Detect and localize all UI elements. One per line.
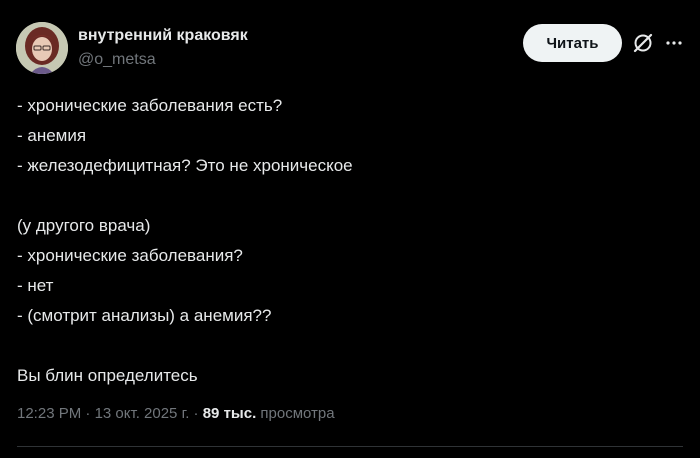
tweet-line: - нет — [17, 276, 54, 295]
tweet-line: - хронические заболевания есть? — [17, 96, 283, 115]
divider — [17, 446, 683, 447]
tweet-time[interactable]: 12:23 PM — [17, 405, 81, 422]
grok-icon[interactable] — [632, 32, 654, 54]
handle[interactable]: @o_metsa — [78, 50, 248, 70]
tweet-line: Вы блин определитесь — [17, 366, 198, 385]
tweet-meta: 12:23 PM · 13 окт. 2025 г. · 89 тыс. про… — [17, 405, 335, 422]
tweet-line: - анемия — [17, 126, 87, 145]
avatar-image — [16, 22, 68, 74]
display-name[interactable]: внутренний краковяк — [78, 26, 248, 46]
tweet-line: - (смотрит анализы) а анемия?? — [17, 306, 272, 325]
tweet-date[interactable]: 13 окт. 2025 г. — [95, 405, 190, 422]
meta-separator: · — [189, 405, 203, 422]
tweet-line — [17, 331, 677, 361]
tweet-text: - хронические заболевания есть? - анемия… — [17, 91, 677, 391]
views-label: просмотра — [256, 405, 335, 422]
tweet-line — [17, 181, 677, 211]
tweet-line: - железодефицитная? Это не хроническое — [17, 156, 353, 175]
tweet: внутренний краковяк @o_metsa Читать - хр… — [0, 0, 700, 458]
meta-separator: · — [81, 405, 95, 422]
avatar[interactable] — [16, 22, 68, 74]
views-count: 89 тыс. — [202, 405, 257, 422]
more-icon[interactable] — [665, 33, 683, 53]
tweet-line: - хронические заболевания? — [17, 246, 243, 265]
tweet-line: (у другого врача) — [17, 216, 151, 235]
follow-button[interactable]: Читать — [523, 24, 622, 62]
author-block: внутренний краковяк @o_metsa — [78, 26, 248, 70]
